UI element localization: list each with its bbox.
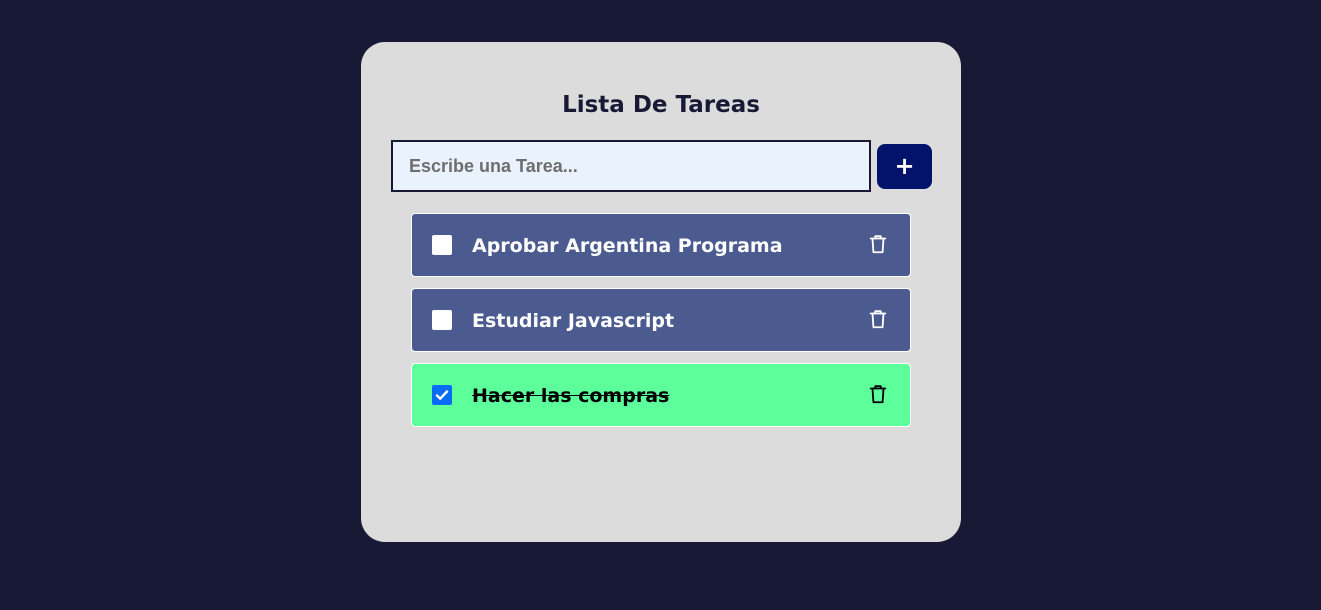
task-list: Aprobar Argentina Programa Estudiar Java… bbox=[411, 213, 911, 438]
task-item: Aprobar Argentina Programa bbox=[411, 213, 911, 277]
task-text: Estudiar Javascript bbox=[472, 310, 675, 332]
task-checkbox[interactable] bbox=[432, 310, 452, 330]
task-input[interactable] bbox=[391, 140, 871, 192]
task-text: Hacer las compras bbox=[472, 385, 670, 407]
page-title: Lista De Tareas bbox=[562, 92, 760, 118]
task-checkbox-checked[interactable] bbox=[432, 385, 452, 405]
trash-icon[interactable] bbox=[867, 233, 889, 255]
todo-card: Lista De Tareas + Aprobar Argentina Prog… bbox=[361, 42, 961, 542]
task-item-completed: Hacer las compras bbox=[411, 363, 911, 427]
checkmark-icon bbox=[435, 390, 449, 400]
task-text: Aprobar Argentina Programa bbox=[472, 235, 783, 257]
task-checkbox[interactable] bbox=[432, 235, 452, 255]
trash-icon[interactable] bbox=[867, 383, 889, 405]
trash-icon[interactable] bbox=[867, 308, 889, 330]
task-item: Estudiar Javascript bbox=[411, 288, 911, 352]
add-task-button[interactable]: + bbox=[877, 144, 932, 189]
